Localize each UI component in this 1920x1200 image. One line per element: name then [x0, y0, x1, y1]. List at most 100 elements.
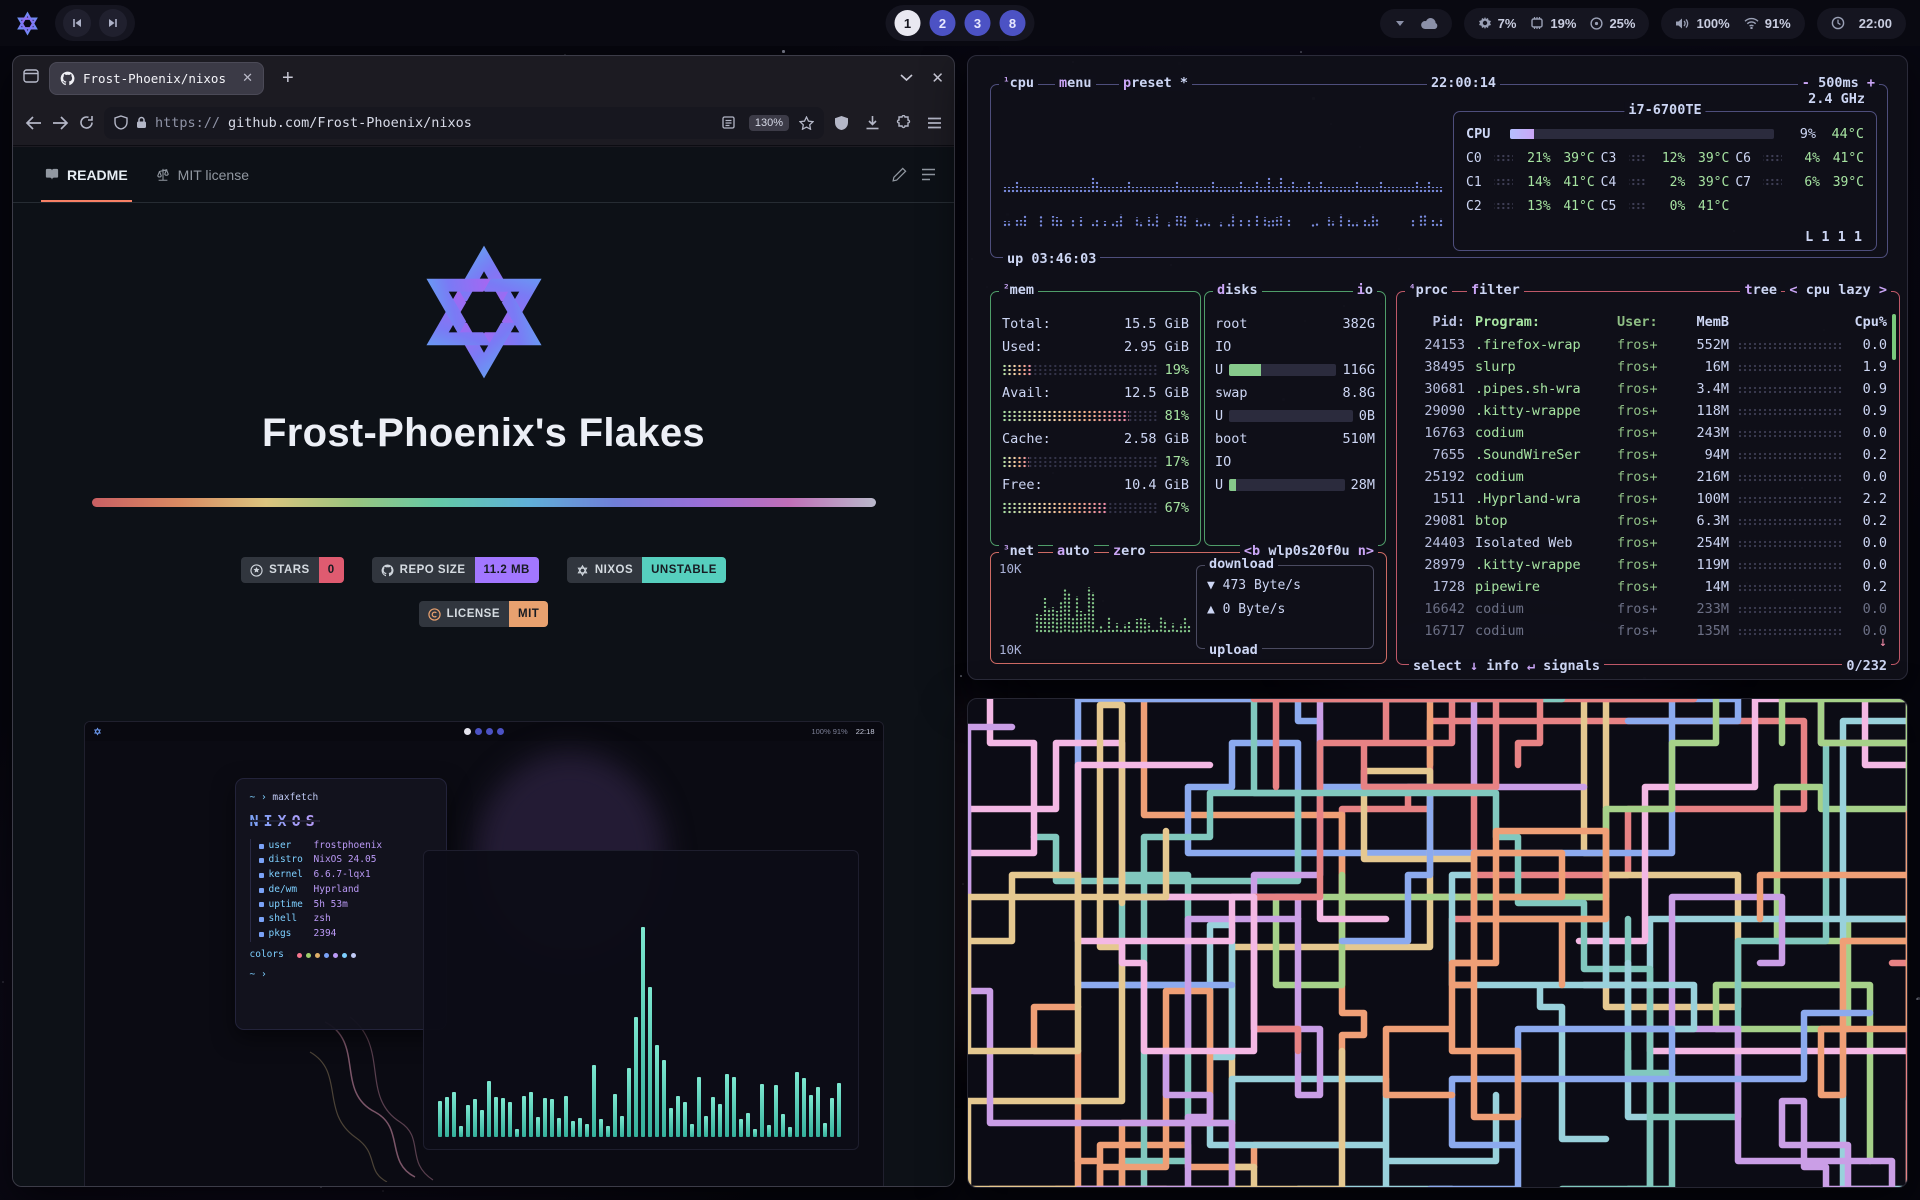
- lock-icon: [136, 116, 147, 129]
- ublock-shield-icon[interactable]: [834, 115, 849, 131]
- reload-button[interactable]: [79, 115, 94, 130]
- media-next-button[interactable]: [99, 9, 127, 37]
- process-row[interactable]: 29081 btop fros+ 6.3M 0.2: [1409, 510, 1887, 532]
- process-row[interactable]: 28979 .kitty-wrappe fros+ 119M 0.0: [1409, 554, 1887, 576]
- disks-box-title[interactable]: disks: [1213, 282, 1262, 298]
- tracking-protection-shield-icon[interactable]: [114, 115, 128, 130]
- weather-module[interactable]: [1380, 9, 1452, 38]
- workspace-button[interactable]: 3: [965, 10, 991, 36]
- back-button[interactable]: [25, 116, 42, 130]
- outline-list-icon[interactable]: [921, 168, 936, 181]
- process-row[interactable]: 29090 .kitty-wrappe fros+ 118M 0.9: [1409, 400, 1887, 422]
- reader-mode-icon[interactable]: [722, 116, 735, 129]
- menu-hamburger-icon[interactable]: [927, 117, 942, 129]
- mem-cache-label: Cache:: [1002, 431, 1051, 447]
- skip-next-icon: [107, 17, 119, 29]
- wifi-stat-value: 91%: [1765, 16, 1791, 31]
- net-zero-toggle[interactable]: zero: [1109, 543, 1150, 559]
- media-previous-button[interactable]: [63, 9, 91, 37]
- net-download-graph: [1035, 575, 1191, 633]
- list-tabs-icon[interactable]: [900, 74, 913, 82]
- process-table-header[interactable]: Pid: Program: User: MemB Cpu%: [1409, 310, 1887, 334]
- fetch-row-icon: [259, 932, 264, 937]
- mem-avail-meter: 81%: [1002, 404, 1189, 427]
- tab-mit-license[interactable]: MIT license: [142, 147, 263, 202]
- workspaces: 1238: [886, 5, 1035, 41]
- workspace-button[interactable]: 1: [895, 10, 921, 36]
- process-row[interactable]: 38495 slurp fros+ 16M 1.9: [1409, 356, 1887, 378]
- fetch-info-row: user frostphoenix: [259, 839, 432, 854]
- firefox-window: Frost-Phoenix/nixos ✕ + ✕ https://github…: [12, 55, 955, 1187]
- repo-size-badge-value: 11.2 MB: [475, 557, 539, 583]
- new-tab-button[interactable]: +: [274, 67, 302, 90]
- repo-size-badge[interactable]: REPO SIZE 11.2 MB: [372, 557, 539, 583]
- process-scrollbar-thumb[interactable]: [1892, 314, 1896, 360]
- process-row[interactable]: 24153 .firefox-wrap fros+ 552M 0.0: [1409, 334, 1887, 356]
- audio-network-module[interactable]: 100% 91%: [1661, 8, 1804, 39]
- workspace-button[interactable]: 2: [930, 10, 956, 36]
- signals-button[interactable]: signals: [1543, 658, 1600, 674]
- process-row[interactable]: 25192 codium fros+ 216M 0.0: [1409, 466, 1887, 488]
- tab-close-icon[interactable]: ✕: [242, 70, 253, 86]
- core-meter: [1629, 178, 1648, 186]
- fetch-info-row: uptime 5h 53m: [259, 898, 432, 913]
- stars-badge-value: 0: [319, 557, 344, 583]
- license-badge[interactable]: LICENSE MIT: [419, 601, 549, 627]
- tab-readme[interactable]: README: [31, 147, 142, 202]
- select-button[interactable]: select: [1413, 658, 1462, 674]
- process-row[interactable]: 16717 codium fros+ 135M 0.0: [1409, 620, 1887, 642]
- workspace-button[interactable]: 8: [1000, 10, 1026, 36]
- btop-clock: 22:00:14: [1427, 75, 1500, 91]
- scroll-down-indicator[interactable]: ↓: [1879, 634, 1887, 650]
- process-row[interactable]: 1511 .Hyprland-wra fros+ 100M 2.2: [1409, 488, 1887, 510]
- process-row[interactable]: 1728 pipewire fros+ 14M 0.2: [1409, 576, 1887, 598]
- clock-module[interactable]: 22:00: [1817, 8, 1906, 39]
- proc-filter-button[interactable]: filter: [1467, 282, 1524, 298]
- fetch-info-row: de/wm Hyprland: [259, 883, 432, 898]
- process-row[interactable]: 16763 codium fros+ 243M 0.0: [1409, 422, 1887, 444]
- mem-box-title[interactable]: ²mem: [999, 282, 1038, 298]
- desktop-screenshot-image[interactable]: 100% 91% 22:18 ~ › maxfetch NIXOS: [84, 721, 884, 1186]
- desktop-background: 1238 7% 19% 25%: [0, 0, 1920, 1200]
- process-row[interactable]: 30681 .pipes.sh-wra fros+ 3.4M 0.9: [1409, 378, 1887, 400]
- net-auto-toggle[interactable]: auto: [1053, 543, 1094, 559]
- btop-menu-button[interactable]: menu: [1055, 75, 1096, 91]
- process-cpu-graph: [1737, 473, 1843, 482]
- disk-root-meter: U116G: [1215, 358, 1375, 381]
- process-row[interactable]: 16642 codium fros+ 233M 0.0: [1409, 598, 1887, 620]
- btop-preset-button[interactable]: preset *: [1119, 75, 1192, 91]
- cpu-core-row: C3 12% 39°C: [1601, 146, 1730, 170]
- edit-pencil-icon[interactable]: [892, 167, 907, 182]
- license-badge-row: LICENSE MIT: [84, 601, 884, 627]
- system-stats-module[interactable]: 7% 19% 25%: [1464, 8, 1650, 39]
- disks-io-toggle[interactable]: io: [1353, 282, 1377, 298]
- bookmark-star-icon[interactable]: [799, 116, 814, 130]
- update-interval-control[interactable]: - 500ms +: [1798, 75, 1879, 91]
- stars-badge[interactable]: STARS 0: [241, 557, 344, 583]
- window-close-icon[interactable]: ✕: [931, 69, 944, 87]
- extensions-puzzle-icon[interactable]: [896, 115, 911, 130]
- net-box-title[interactable]: ³net: [999, 543, 1038, 559]
- forward-button[interactable]: [52, 116, 69, 130]
- proc-box-title[interactable]: ⁴proc: [1405, 282, 1452, 298]
- cpu-box-title[interactable]: ¹cpu: [999, 75, 1038, 91]
- browser-tab[interactable]: Frost-Phoenix/nixos ✕: [49, 62, 264, 95]
- disk-swap-size: 8.8G: [1342, 385, 1375, 401]
- proc-sort-selector[interactable]: < cpu lazy >: [1785, 282, 1891, 298]
- fetch-prompt-line-2: ~ ›: [250, 968, 432, 983]
- cpu-stat-value: 7%: [1498, 16, 1517, 31]
- stars-badge-label: STARS: [269, 564, 310, 576]
- process-row[interactable]: 24403 Isolated Web fros+ 254M 0.0: [1409, 532, 1887, 554]
- nixos-badge[interactable]: NIXOS UNSTABLE: [567, 557, 726, 583]
- url-bar[interactable]: https://github.com/Frost-Phoenix/nixos 1…: [104, 107, 824, 139]
- process-row[interactable]: 7655 .SoundWireSer fros+ 94M 0.2: [1409, 444, 1887, 466]
- speaker-icon: [1675, 17, 1690, 30]
- process-cpu-graph: [1737, 407, 1843, 416]
- proc-tree-button[interactable]: tree: [1740, 282, 1781, 298]
- download-icon[interactable]: [865, 115, 880, 130]
- firefox-view-icon[interactable]: [23, 69, 39, 88]
- info-button[interactable]: info: [1486, 658, 1519, 674]
- nixos-logo-icon[interactable]: [14, 10, 41, 37]
- zoom-level-badge[interactable]: 130%: [749, 115, 789, 131]
- fetch-row-value: NixOS 24.05: [314, 853, 377, 868]
